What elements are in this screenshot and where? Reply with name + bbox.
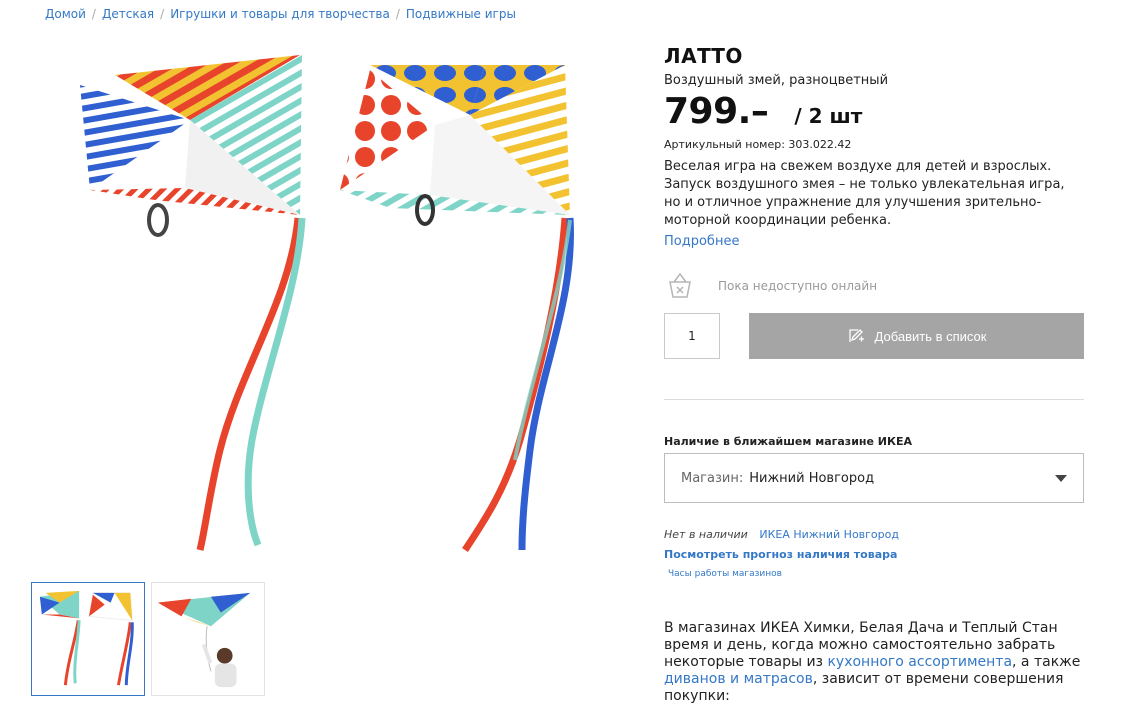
thumbnail-child-with-kite[interactable] xyxy=(151,582,265,696)
breadcrumb-separator: / xyxy=(160,7,165,21)
breadcrumb-home[interactable]: Домой xyxy=(45,7,86,21)
product-description: Веселая игра на свежем воздухе для детей… xyxy=(664,159,1065,228)
kites-illustration xyxy=(80,55,574,552)
kite-right xyxy=(340,65,574,552)
edit-list-icon xyxy=(848,329,864,342)
child-kite-thumbnail-image xyxy=(152,583,264,695)
kites-thumbnail-image xyxy=(39,590,134,686)
breadcrumb-children[interactable]: Детская xyxy=(102,7,154,21)
stock-status: Нет в наличии ИКЕА Нижний Новгород xyxy=(664,528,899,541)
chevron-down-icon xyxy=(1055,475,1067,482)
section-divider xyxy=(664,399,1084,400)
breadcrumb-toys[interactable]: Игрушки и товары для творчества xyxy=(170,7,390,21)
price-unit: / 2 шт xyxy=(794,104,863,128)
price-row: 799.– / 2 шт xyxy=(664,91,1084,132)
article-number: Артикульный номер: 303.022.42 xyxy=(664,138,852,151)
breadcrumb: Домой / Детская / Игрушки и товары для т… xyxy=(45,7,516,21)
online-availability: Пока недоступно онлайн xyxy=(664,270,877,302)
stock-forecast-link[interactable]: Посмотреть прогноз наличия товара xyxy=(664,548,897,561)
product-main-image[interactable] xyxy=(40,40,610,560)
pickup-info: В магазинах ИКЕА Химки, Белая Дача и Теп… xyxy=(664,620,1084,705)
breadcrumb-active-games[interactable]: Подвижные игры xyxy=(406,7,516,21)
thumbnail-kites[interactable] xyxy=(31,582,145,696)
quantity-input[interactable] xyxy=(664,313,720,359)
store-select-value: Нижний Новгород xyxy=(749,470,875,486)
product-info: ЛАТТО Воздушный змей, разноцветный 799.–… xyxy=(664,44,1084,249)
store-select-label: Магазин: xyxy=(681,470,744,486)
pickup-text: , а также xyxy=(1012,654,1081,670)
basket-unavailable-icon xyxy=(669,272,691,298)
product-price: 799.– xyxy=(664,91,769,132)
store-hours-link[interactable]: Часы работы магазинов xyxy=(668,569,782,579)
product-title: ЛАТТО xyxy=(664,44,743,68)
breadcrumb-separator: / xyxy=(395,7,400,21)
stock-status-text: Нет в наличии xyxy=(664,528,748,541)
kite-left xyxy=(80,55,306,551)
breadcrumb-separator: / xyxy=(91,7,96,21)
store-availability-heading: Наличие в ближайшем магазине ИКЕА xyxy=(664,435,913,448)
sofas-mattresses-link[interactable]: диванов и матрасов xyxy=(664,671,813,687)
add-to-list-label: Добавить в список xyxy=(874,328,987,344)
store-select[interactable]: Магазин: Нижний Новгород xyxy=(664,453,1084,503)
add-to-list-button[interactable]: Добавить в список xyxy=(749,313,1084,359)
kitchen-assortment-link[interactable]: кухонного ассортимента xyxy=(827,654,1012,670)
store-link[interactable]: ИКЕА Нижний Новгород xyxy=(759,528,899,541)
online-availability-text: Пока недоступно онлайн xyxy=(718,279,878,293)
product-subtitle: Воздушный змей, разноцветный xyxy=(664,73,889,88)
more-details-link[interactable]: Подробнее xyxy=(664,234,739,249)
